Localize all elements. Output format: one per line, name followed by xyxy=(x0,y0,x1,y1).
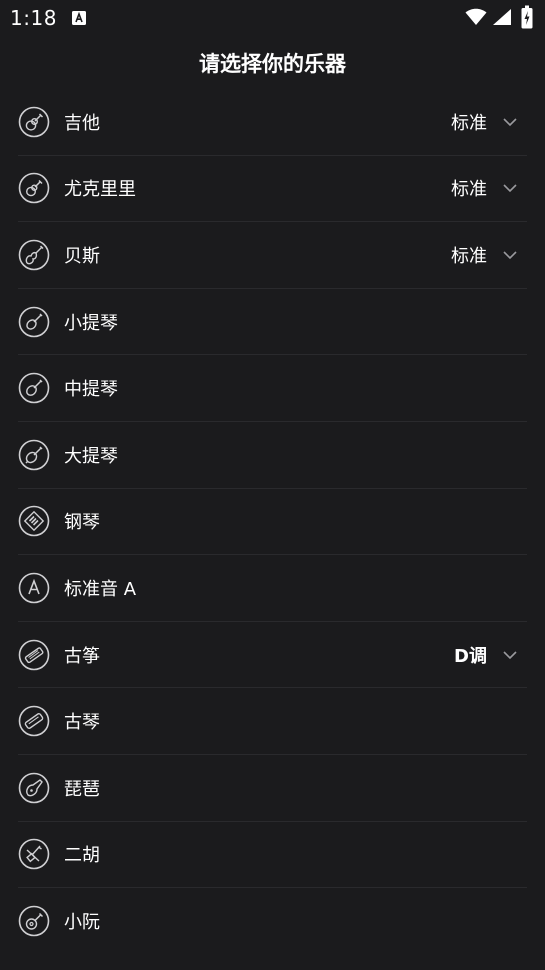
pipa-icon xyxy=(18,772,50,804)
violin-icon xyxy=(18,306,50,338)
instrument-row-guzheng[interactable]: 古筝 D调 xyxy=(18,622,527,689)
instrument-label: 大提琴 xyxy=(64,445,118,467)
instrument-row-viola[interactable]: 中提琴 xyxy=(18,355,527,422)
chevron-down-icon[interactable] xyxy=(502,647,518,663)
instrument-label: 小阮 xyxy=(64,912,100,934)
tuning-selector[interactable]: 标准 xyxy=(451,175,487,201)
bass-icon xyxy=(18,239,50,271)
instrument-label: 琵琶 xyxy=(64,778,100,800)
battery-charging-icon xyxy=(521,5,533,29)
letter-a-icon xyxy=(18,572,50,604)
status-time: 1:18 xyxy=(10,6,57,30)
page-title: 请选择你的乐器 xyxy=(199,52,346,76)
signal-icon xyxy=(493,9,511,25)
instrument-list: 吉他 标准 尤克里里 标准 贝斯 标准 小提琴 中提琴 大提琴 钢琴 标准音 A… xyxy=(18,89,527,955)
instrument-row-bass[interactable]: 贝斯 标准 xyxy=(18,222,527,289)
cello-icon xyxy=(18,439,50,471)
tuning-selector[interactable]: D调 xyxy=(454,642,487,668)
instrument-row-erhu[interactable]: 二胡 xyxy=(18,822,527,889)
chevron-down-icon[interactable] xyxy=(502,247,518,263)
instrument-label: 小提琴 xyxy=(64,312,118,334)
chevron-down-icon[interactable] xyxy=(502,114,518,130)
instrument-row-ruan[interactable]: 小阮 xyxy=(18,888,527,955)
status-bar: 1:18 xyxy=(0,0,545,38)
instrument-row-piano[interactable]: 钢琴 xyxy=(18,489,527,556)
tuning-selector[interactable]: 标准 xyxy=(451,109,487,135)
instrument-row-cello[interactable]: 大提琴 xyxy=(18,422,527,489)
instrument-row-standard-a[interactable]: 标准音 A xyxy=(18,555,527,622)
guitar-icon xyxy=(18,106,50,138)
chevron-down-icon[interactable] xyxy=(502,180,518,196)
tuning-selector[interactable]: 标准 xyxy=(451,242,487,268)
wifi-icon xyxy=(465,8,487,25)
guqin-icon xyxy=(18,705,50,737)
instrument-label: 古琴 xyxy=(64,712,100,734)
ruan-icon xyxy=(18,905,50,937)
guzheng-icon xyxy=(18,639,50,671)
instrument-label: 钢琴 xyxy=(64,512,100,534)
erhu-icon xyxy=(18,838,50,870)
instrument-row-pipa[interactable]: 琵琶 xyxy=(18,755,527,822)
ukulele-icon xyxy=(18,172,50,204)
instrument-label: 标准音 A xyxy=(64,578,137,600)
instrument-row-ukulele[interactable]: 尤克里里 标准 xyxy=(18,156,527,223)
instrument-row-violin[interactable]: 小提琴 xyxy=(18,289,527,356)
piano-icon xyxy=(18,505,50,537)
instrument-label: 中提琴 xyxy=(64,379,118,401)
a-box-icon xyxy=(72,11,86,25)
instrument-row-guqin[interactable]: 古琴 xyxy=(18,688,527,755)
viola-icon xyxy=(18,372,50,404)
instrument-label: 二胡 xyxy=(64,845,100,867)
instrument-row-guitar[interactable]: 吉他 标准 xyxy=(18,89,527,156)
